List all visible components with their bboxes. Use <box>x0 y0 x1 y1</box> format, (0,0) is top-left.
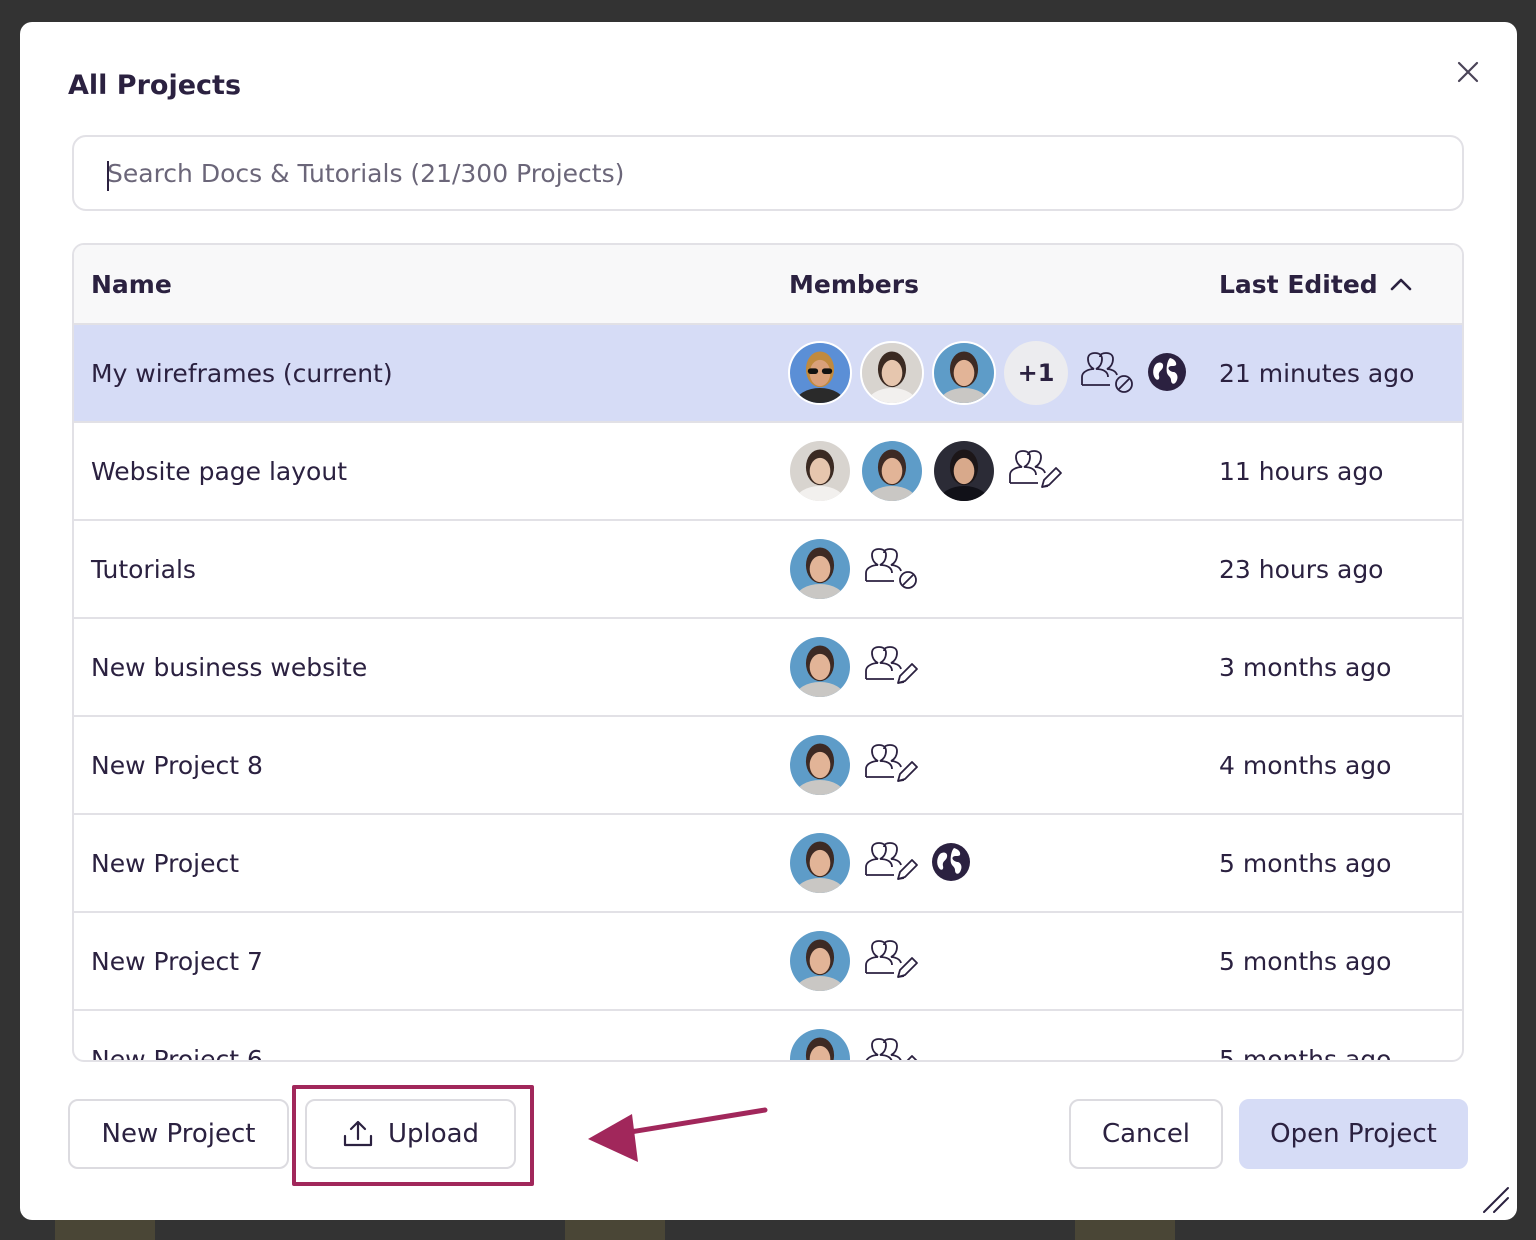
last-edited: 23 hours ago <box>1219 554 1384 584</box>
members-cell <box>788 439 1066 503</box>
project-name: New Project 7 <box>91 946 263 976</box>
can-edit-icon <box>860 939 922 983</box>
open-project-button[interactable]: Open Project <box>1239 1099 1468 1169</box>
upload-button[interactable]: Upload <box>305 1099 516 1169</box>
last-edited: 4 months ago <box>1219 750 1392 780</box>
column-header-name[interactable]: Name <box>91 270 172 299</box>
members-cell <box>788 1027 922 1060</box>
can-edit-icon <box>1004 449 1066 493</box>
can-edit-icon <box>860 1037 922 1060</box>
table-row[interactable]: New business website 3 months ago <box>74 619 1462 717</box>
avatar <box>788 635 852 699</box>
extra-members-badge: +1 <box>1004 341 1068 405</box>
last-edited: 21 minutes ago <box>1219 358 1415 388</box>
close-button[interactable] <box>1450 54 1486 90</box>
avatar <box>788 537 852 601</box>
all-projects-dialog: All Projects Name Members Last Edited My… <box>20 22 1517 1220</box>
no-edit-icon <box>860 547 922 591</box>
table-row[interactable]: Website page layout 11 hours ago <box>74 423 1462 521</box>
avatar <box>788 1027 852 1060</box>
projects-table: Name Members Last Edited My wireframes (… <box>72 243 1464 1062</box>
column-header-last-edited[interactable]: Last Edited <box>1219 270 1412 299</box>
search-field[interactable] <box>72 135 1464 211</box>
dialog-title: All Projects <box>68 70 242 101</box>
avatar <box>788 341 852 405</box>
table-row[interactable]: My wireframes (current) +1 21 minutes ag… <box>74 325 1462 423</box>
last-edited: 5 months ago <box>1219 1044 1392 1062</box>
members-cell <box>788 733 922 797</box>
chevron-up-icon <box>1390 278 1411 291</box>
can-edit-icon <box>860 743 922 787</box>
text-caret <box>107 161 109 191</box>
column-header-members[interactable]: Members <box>789 270 919 299</box>
project-name: My wireframes (current) <box>91 358 393 388</box>
avatar <box>860 439 924 503</box>
project-name: New Project <box>91 848 240 878</box>
table-row[interactable]: New Project 7 5 months ago <box>74 913 1462 1011</box>
no-edit-icon <box>1076 351 1138 395</box>
avatar <box>788 733 852 797</box>
background-sticky-note <box>55 1218 155 1240</box>
resize-handle-icon[interactable] <box>1480 1184 1512 1216</box>
can-edit-icon <box>860 645 922 689</box>
members-cell <box>788 537 922 601</box>
background-sticky-note <box>1075 1218 1175 1240</box>
globe-icon <box>930 841 974 885</box>
members-cell: +1 <box>788 341 1190 405</box>
globe-icon <box>1146 351 1190 395</box>
avatar <box>788 831 852 895</box>
table-row[interactable]: New Project 6 5 months ago <box>74 1011 1462 1062</box>
last-edited: 11 hours ago <box>1219 456 1384 486</box>
search-input[interactable] <box>74 137 1462 209</box>
upload-icon <box>343 1120 373 1147</box>
avatar <box>788 929 852 993</box>
members-cell <box>788 929 922 993</box>
project-name: Website page layout <box>91 456 347 486</box>
cancel-button[interactable]: Cancel <box>1069 1099 1223 1169</box>
avatar <box>860 341 924 405</box>
annotation-arrow-icon <box>588 1107 768 1162</box>
table-row[interactable]: New Project 5 months ago <box>74 815 1462 913</box>
table-header: Name Members Last Edited <box>74 245 1462 325</box>
members-cell <box>788 831 974 895</box>
project-name: New Project 8 <box>91 750 263 780</box>
last-edited: 5 months ago <box>1219 946 1392 976</box>
last-edited: 5 months ago <box>1219 848 1392 878</box>
new-project-button[interactable]: New Project <box>68 1099 289 1169</box>
close-icon <box>1457 61 1479 83</box>
background-sticky-note <box>565 1218 665 1240</box>
table-row[interactable]: New Project 8 4 months ago <box>74 717 1462 815</box>
avatar <box>788 439 852 503</box>
table-row[interactable]: Tutorials 23 hours ago <box>74 521 1462 619</box>
avatar <box>932 341 996 405</box>
last-edited: 3 months ago <box>1219 652 1392 682</box>
members-cell <box>788 635 922 699</box>
project-name: Tutorials <box>91 554 196 584</box>
project-name: New business website <box>91 652 368 682</box>
avatar <box>932 439 996 503</box>
can-edit-icon <box>860 841 922 885</box>
project-name: New Project 6 <box>91 1044 263 1062</box>
table-body: My wireframes (current) +1 21 minutes ag… <box>74 325 1462 1062</box>
